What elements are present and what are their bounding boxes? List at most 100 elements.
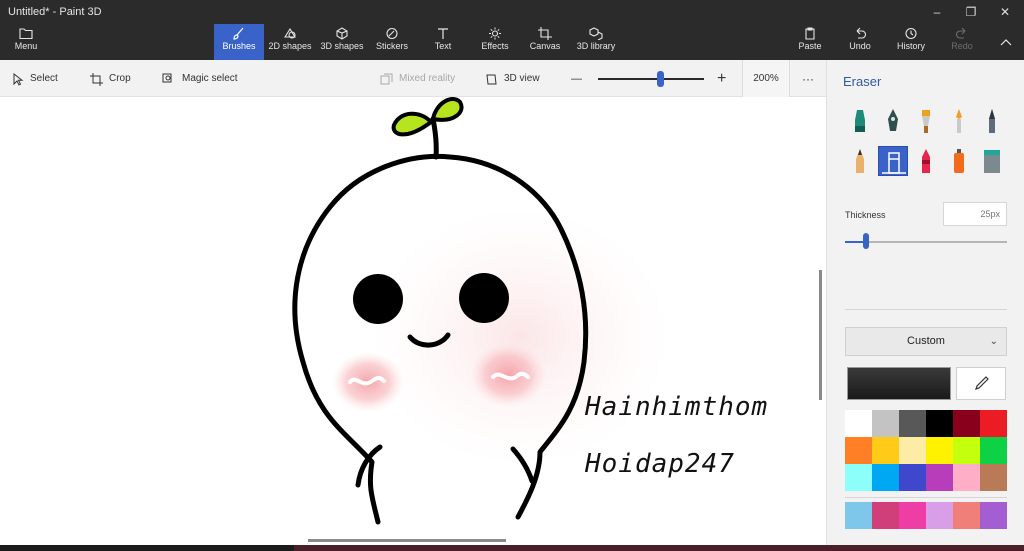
canvas-text-line-1: Hainhimthom [585, 392, 769, 422]
tab-brushes-label: Brushes [222, 41, 256, 51]
tab-2d-shapes[interactable]: 2D shapes [266, 24, 314, 60]
tab-effects[interactable]: Effects [474, 24, 516, 60]
tab-text[interactable]: Text [424, 24, 462, 60]
oil-brush[interactable] [911, 106, 941, 136]
vertical-scrollbar[interactable] [819, 270, 822, 400]
tab-brushes[interactable]: Brushes [214, 24, 264, 60]
color-swatch[interactable] [845, 437, 872, 464]
select-label: Select [30, 73, 58, 84]
color-mode-label: Custom [907, 335, 945, 347]
thickness-input[interactable]: 25px [943, 202, 1007, 226]
watercolor-brush[interactable] [944, 106, 974, 136]
color-swatch[interactable] [980, 410, 1007, 437]
stickers-icon [386, 27, 398, 40]
color-swatch[interactable] [872, 502, 899, 529]
tab-stickers[interactable]: Stickers [370, 24, 414, 60]
color-swatch[interactable] [926, 464, 953, 491]
color-swatch[interactable] [953, 410, 980, 437]
color-swatch[interactable] [926, 437, 953, 464]
history-button[interactable]: History [894, 24, 928, 60]
spray-can-brush[interactable] [944, 146, 974, 176]
thickness-slider-track [845, 241, 1007, 243]
color-swatch[interactable] [953, 464, 980, 491]
zoom-slider-thumb[interactable] [657, 71, 664, 87]
color-swatch[interactable] [980, 437, 1007, 464]
color-swatch[interactable] [899, 410, 926, 437]
menu-button[interactable]: Menu [6, 24, 46, 60]
color-swatch[interactable] [845, 410, 872, 437]
color-swatch[interactable] [953, 437, 980, 464]
fill-bucket-brush[interactable] [977, 146, 1007, 176]
crop-button[interactable]: Crop [90, 71, 131, 87]
tab-canvas[interactable]: Canvas [526, 24, 564, 60]
color-swatch[interactable] [926, 502, 953, 529]
chevron-down-icon: ⌄ [989, 336, 998, 347]
redo-button[interactable]: Redo [948, 24, 976, 60]
paste-label: Paste [798, 41, 822, 51]
pencil-icon [856, 149, 864, 173]
redo-icon [955, 27, 966, 39]
zoom-out-button[interactable]: — [571, 71, 582, 87]
crayon-icon [922, 149, 930, 173]
marker-brush[interactable] [845, 106, 875, 136]
undo-button[interactable]: Undo [846, 24, 874, 60]
3d-library-icon [589, 27, 603, 40]
color-swatch[interactable] [899, 502, 926, 529]
ribbon: Menu Brushes 2D shapes 3D shapes Sticker… [0, 24, 1024, 60]
thickness-label: Thickness [845, 210, 886, 220]
tab-3d-library[interactable]: 3D library [574, 24, 618, 60]
color-swatch[interactable] [953, 502, 980, 529]
zoom-in-button[interactable]: + [717, 71, 726, 87]
calligraphy-pen-brush[interactable] [878, 106, 908, 136]
pixel-pen-brush[interactable] [977, 106, 1007, 136]
color-swatch[interactable] [980, 464, 1007, 491]
color-swatch[interactable] [872, 410, 899, 437]
taskbar-strip [0, 545, 1024, 551]
color-swatch[interactable] [899, 437, 926, 464]
mixed-reality-button[interactable]: Mixed reality [380, 71, 455, 87]
collapse-ribbon-button[interactable] [994, 24, 1018, 60]
color-swatch[interactable] [872, 437, 899, 464]
maximize-button[interactable]: ❐ [954, 2, 988, 22]
spray-can-icon [954, 149, 964, 173]
eyedropper-button[interactable] [956, 367, 1006, 400]
color-mode-dropdown[interactable]: Custom ⌄ [845, 327, 1007, 356]
color-swatch[interactable] [980, 502, 1007, 529]
watercolor-icon [956, 109, 962, 133]
oil-brush-icon [922, 110, 930, 133]
thickness-slider-thumb[interactable] [863, 233, 869, 249]
redo-label: Redo [951, 41, 973, 51]
chevron-up-icon [1000, 39, 1012, 46]
eraser-brush[interactable] [878, 146, 908, 176]
paste-button[interactable]: Paste [796, 24, 824, 60]
drawing-canvas[interactable]: Hainhimthom Hoidap247 [0, 97, 818, 545]
close-button[interactable]: ✕ [988, 2, 1022, 22]
pencil-brush[interactable] [845, 146, 875, 176]
3d-view-button[interactable]: 3D view [485, 71, 540, 87]
calligraphy-pen-icon [888, 109, 898, 131]
crayon-brush[interactable] [911, 146, 941, 176]
current-color-swatch[interactable] [847, 367, 951, 400]
zoom-level[interactable]: 200% [742, 60, 790, 97]
tab-3d-shapes[interactable]: 3D shapes [318, 24, 366, 60]
crop-icon [90, 72, 103, 86]
marker-icon [855, 110, 865, 132]
brush-panel: Eraser Thickness 25px Custom ⌄ [826, 60, 1024, 545]
zoom-slider[interactable] [598, 71, 704, 87]
color-swatch[interactable] [845, 502, 872, 529]
more-options-button[interactable]: ··· [802, 71, 814, 87]
horizontal-scrollbar[interactable] [308, 539, 506, 542]
tab-text-label: Text [434, 41, 452, 51]
tab-3d-library-label: 3D library [576, 41, 616, 51]
cursor-icon [13, 72, 24, 86]
color-swatch[interactable] [926, 410, 953, 437]
canvas-icon [538, 27, 552, 40]
select-button[interactable]: Select [12, 71, 58, 87]
color-swatch[interactable] [899, 464, 926, 491]
color-swatch[interactable] [845, 464, 872, 491]
minimize-button[interactable]: – [920, 2, 954, 22]
magic-select-button[interactable]: Magic select [162, 71, 238, 87]
fill-bucket-icon [984, 150, 1000, 173]
color-swatch[interactable] [872, 464, 899, 491]
mixed-reality-label: Mixed reality [399, 73, 456, 84]
